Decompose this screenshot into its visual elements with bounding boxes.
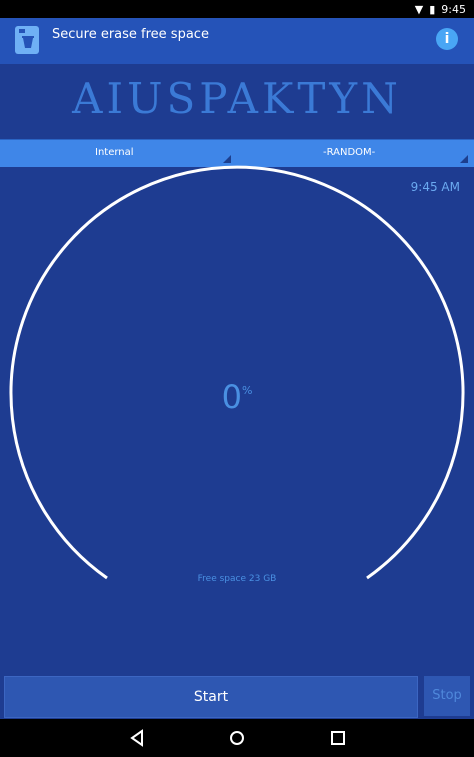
banner: AIUSPAKTYN	[0, 64, 474, 138]
progress-gauge	[9, 165, 465, 580]
storage-dropdown-value: Internal	[95, 147, 134, 158]
progress-value: 0	[221, 378, 242, 416]
start-button[interactable]: Start	[4, 676, 418, 718]
navigation-bar	[0, 719, 474, 757]
gauge-arc	[9, 165, 465, 580]
status-time: 9:45	[441, 2, 466, 16]
info-icon[interactable]: i	[436, 28, 458, 50]
status-bar: ▼ ▮ 9:45	[0, 0, 474, 18]
progress-unit: %	[241, 384, 253, 397]
back-icon[interactable]	[128, 729, 146, 747]
battery-icon: ▮	[429, 2, 436, 16]
app-title: Secure erase free space	[52, 27, 209, 42]
app-logo-icon	[15, 26, 39, 54]
progress-percent: 0%	[0, 378, 474, 416]
mode-dropdown-value: -RANDOM-	[323, 147, 376, 158]
banner-logo: AIUSPAKTYN	[72, 74, 402, 123]
home-icon[interactable]	[228, 729, 246, 747]
stop-button[interactable]: Stop	[424, 676, 470, 716]
status-icons: ▼ ▮ 9:45	[415, 2, 466, 16]
app-bar: Secure erase free space i	[0, 18, 474, 64]
recents-icon[interactable]	[329, 729, 347, 747]
free-space-label: Free space 23 GB	[197, 574, 277, 584]
wifi-icon: ▼	[414, 2, 424, 16]
